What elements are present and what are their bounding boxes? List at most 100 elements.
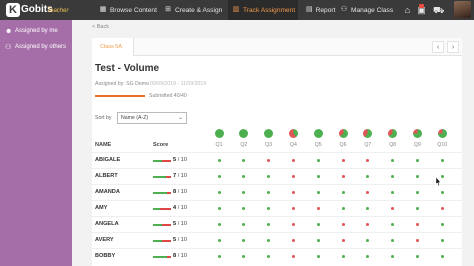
answer-dot[interactable]: [316, 239, 320, 242]
answer-dot[interactable]: [366, 175, 370, 178]
answer-dot[interactable]: [415, 223, 419, 226]
answer-dot[interactable]: [316, 191, 320, 194]
answer-dot[interactable]: [316, 207, 320, 210]
answer-dot[interactable]: [415, 191, 419, 194]
table-row[interactable]: BOBBY 8 / 10: [92, 248, 462, 264]
answer-dot[interactable]: [391, 191, 395, 194]
answer-dot[interactable]: [267, 175, 271, 178]
answer-dot[interactable]: [267, 191, 271, 194]
nav-item-browse-content[interactable]: ▦ Browse Content: [95, 0, 157, 20]
answer-dot[interactable]: [341, 191, 345, 194]
answer-dot[interactable]: [391, 239, 395, 242]
table-row[interactable]: AVERY 5 / 10: [92, 232, 462, 248]
answer-dot[interactable]: [291, 159, 295, 162]
answer-dot[interactable]: [391, 159, 395, 162]
question-summary-pie[interactable]: [363, 129, 373, 138]
answer-dot[interactable]: [366, 223, 370, 226]
answer-dot[interactable]: [291, 223, 295, 226]
answer-dot[interactable]: [242, 191, 246, 194]
question-summary-pie[interactable]: [288, 129, 298, 138]
answer-dot[interactable]: [242, 255, 246, 258]
prev-page-button[interactable]: ‹: [432, 41, 444, 53]
answer-dot[interactable]: [391, 255, 395, 258]
answer-dot[interactable]: [415, 159, 419, 162]
answer-dot[interactable]: [366, 255, 370, 258]
answer-dot[interactable]: [242, 207, 246, 210]
answer-dot[interactable]: [217, 175, 221, 178]
sidebar-item-assigned-by-me[interactable]: ☻ Assigned by me: [0, 24, 72, 38]
sidebar-item-assigned-by-others[interactable]: ⚇ Assigned by others: [0, 40, 72, 54]
home-icon[interactable]: ⌂: [402, 5, 413, 15]
table-row[interactable]: ABIGALE 5 / 10: [92, 152, 462, 168]
answer-dot[interactable]: [366, 239, 370, 242]
question-summary-pie[interactable]: [239, 129, 249, 138]
answer-dot[interactable]: [267, 239, 271, 242]
nav-item-create-assign[interactable]: ⊞ Create & Assign: [160, 0, 224, 20]
answer-dot[interactable]: [267, 255, 271, 258]
question-summary-pie[interactable]: [313, 129, 323, 138]
question-summary-pie[interactable]: [412, 129, 422, 138]
answer-dot[interactable]: [291, 255, 295, 258]
answer-dot[interactable]: [341, 175, 345, 178]
question-summary-pie[interactable]: [214, 129, 224, 138]
nav-item-track-assignment[interactable]: ▥ Track Assignment: [228, 0, 298, 20]
question-summary-pie[interactable]: [388, 129, 398, 138]
answer-dot[interactable]: [242, 223, 246, 226]
answer-dot[interactable]: [415, 175, 419, 178]
answer-dot[interactable]: [316, 255, 320, 258]
question-summary-pie[interactable]: [338, 129, 348, 138]
answer-dot[interactable]: [267, 223, 271, 226]
answer-dot[interactable]: [316, 159, 320, 162]
answer-dot[interactable]: [291, 207, 295, 210]
answer-dot[interactable]: [440, 255, 444, 258]
table-row[interactable]: AMANDA 8 / 10: [92, 184, 462, 200]
answer-dot[interactable]: [440, 207, 444, 210]
answer-dot[interactable]: [391, 223, 395, 226]
nav-item-report[interactable]: ▤ Report: [302, 0, 335, 20]
answer-dot[interactable]: [242, 175, 246, 178]
next-page-button[interactable]: ›: [447, 41, 459, 53]
answer-dot[interactable]: [242, 159, 246, 162]
answer-dot[interactable]: [415, 255, 419, 258]
answer-dot[interactable]: [217, 223, 221, 226]
question-summary-pie[interactable]: [437, 129, 447, 138]
answer-dot[interactable]: [291, 191, 295, 194]
back-link[interactable]: < Back: [92, 24, 109, 30]
answer-dot[interactable]: [267, 159, 271, 162]
table-row[interactable]: ANGELA 5 / 10: [92, 216, 462, 232]
answer-dot[interactable]: [267, 207, 271, 210]
tab-class[interactable]: Class 5A: [92, 38, 134, 56]
answer-dot[interactable]: [217, 255, 221, 258]
answer-dot[interactable]: [341, 223, 345, 226]
answer-dot[interactable]: [291, 175, 295, 178]
answer-dot[interactable]: [217, 191, 221, 194]
answer-dot[interactable]: [316, 175, 320, 178]
sort-select[interactable]: Name (A-Z) ⌄: [117, 112, 187, 124]
cart-icon[interactable]: ⛟: [433, 5, 444, 15]
answer-dot[interactable]: [217, 239, 221, 242]
answer-dot[interactable]: [341, 159, 345, 162]
answer-dot[interactable]: [242, 239, 246, 242]
answer-dot[interactable]: [415, 207, 419, 210]
table-row[interactable]: ALBERT 7 / 10: [92, 168, 462, 184]
answer-dot[interactable]: [341, 239, 345, 242]
answer-dot[interactable]: [440, 239, 444, 242]
answer-dot[interactable]: [217, 207, 221, 210]
app-logo[interactable]: K Gobits Teacher: [0, 0, 72, 20]
answer-dot[interactable]: [366, 159, 370, 162]
nav-item-manage-class[interactable]: ⚇ Manage Class: [336, 0, 396, 20]
answer-dot[interactable]: [341, 207, 345, 210]
table-row[interactable]: AMY 4 / 10: [92, 200, 462, 216]
answer-dot[interactable]: [440, 159, 444, 162]
answer-dot[interactable]: [341, 255, 345, 258]
answer-dot[interactable]: [316, 223, 320, 226]
answer-dot[interactable]: [391, 207, 395, 210]
answer-dot[interactable]: [291, 239, 295, 242]
answer-dot[interactable]: [391, 175, 395, 178]
answer-dot[interactable]: [366, 191, 370, 194]
question-summary-pie[interactable]: [264, 129, 274, 138]
answer-dot[interactable]: [217, 159, 221, 162]
answer-dot[interactable]: [440, 223, 444, 226]
avatar[interactable]: [454, 1, 471, 18]
answer-dot[interactable]: [440, 191, 444, 194]
